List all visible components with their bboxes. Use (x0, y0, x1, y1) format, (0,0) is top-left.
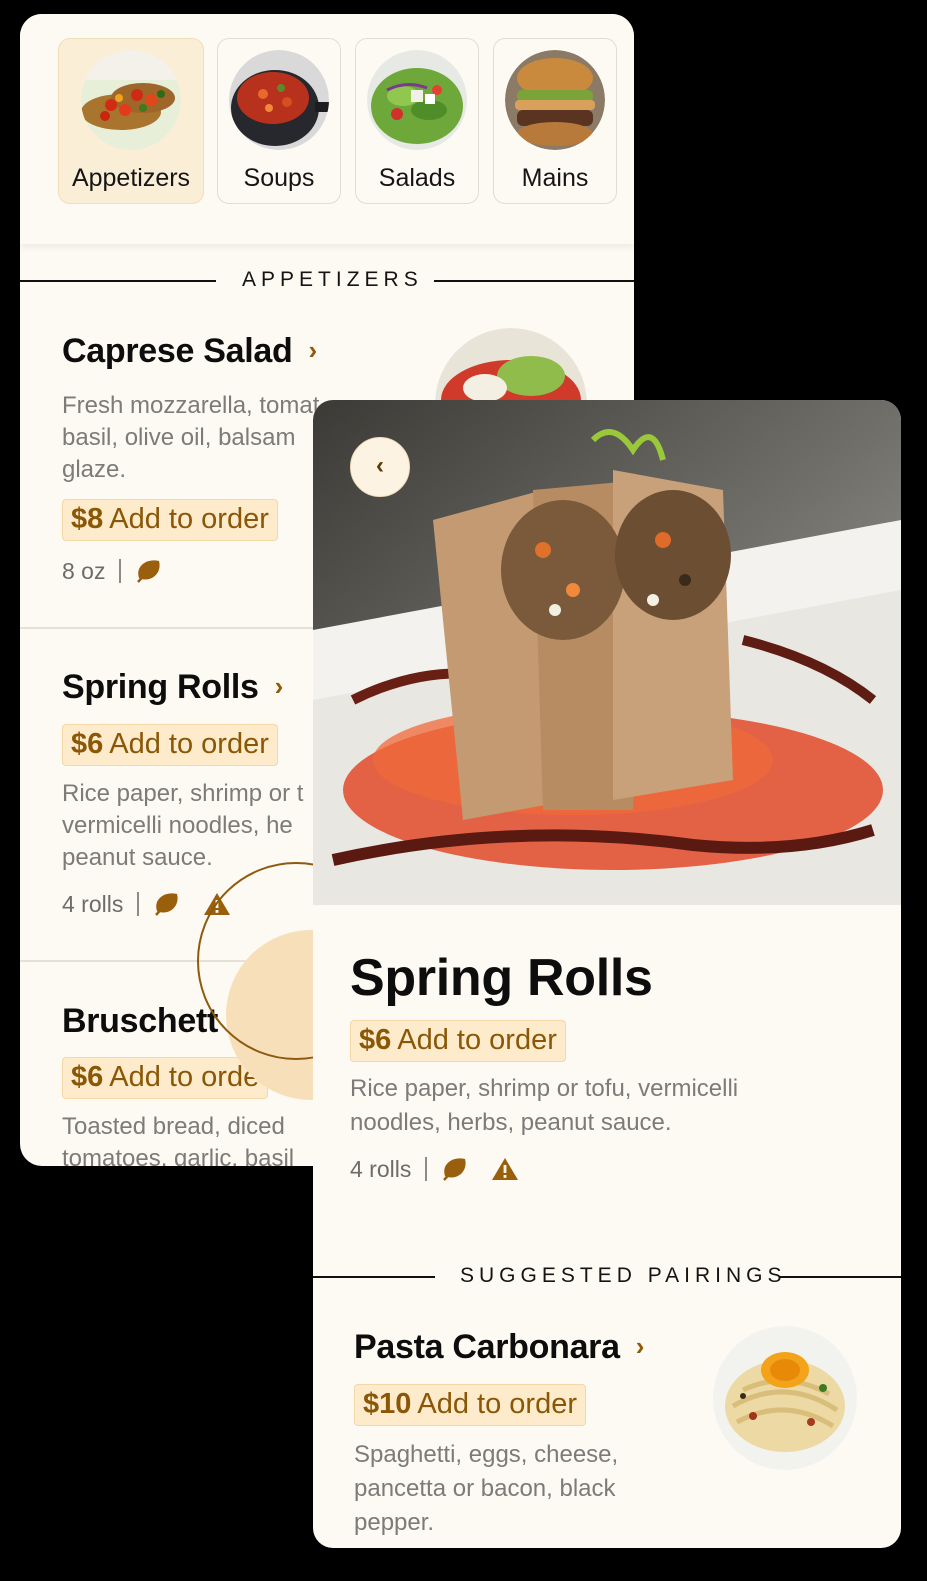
description-line: Rice paper, shrimp or tofu, vermicelli (350, 1075, 739, 1102)
item-detail-screen: ‹ Spring Rolls $6 Add to order Rice paper… (313, 400, 901, 1548)
category-label: Soups (243, 164, 315, 192)
portion-size: 4 rolls (62, 891, 124, 917)
item-description: Fresh mozzarella, tomat basil, olive oil… (62, 390, 319, 486)
add-label: Add to order (417, 1388, 577, 1420)
add-to-order-button[interactable]: $6 Add to orde (62, 1057, 269, 1099)
add-label: Add to order (109, 503, 269, 535)
category-tab-appetizers[interactable]: Appetizers (58, 38, 204, 204)
pasta-carbonara-photo-icon (713, 1326, 857, 1470)
price: $6 (71, 1061, 104, 1093)
price: $6 (359, 1024, 392, 1056)
category-label: Mains (521, 164, 589, 192)
price: $8 (71, 503, 104, 535)
item-title-text: Spring Rolls (62, 668, 259, 706)
item-description: Rice paper, shrimp or t vermicelli noodl… (62, 778, 303, 874)
description-line: tomatoes, garlic, basil (62, 1145, 295, 1166)
price: $10 (363, 1388, 412, 1420)
detail-title: Spring Rolls (350, 949, 653, 1007)
item-title-text: Bruschett (62, 1002, 218, 1040)
category-label: Appetizers (71, 164, 191, 192)
section-title: APPETIZERS (242, 268, 423, 291)
add-to-order-button[interactable]: $10 Add to order (354, 1384, 586, 1426)
chevron-left-icon: ‹ (376, 452, 384, 479)
category-tab-soups[interactable]: Soups (217, 38, 341, 204)
description-line: Toasted bread, diced (62, 1113, 285, 1140)
vegetarian-leaf-icon (153, 891, 181, 923)
section-header-suggested-pairings: SUGGESTED PAIRINGS (313, 1264, 901, 1288)
description-line: noodles, herbs, peanut sauce. (350, 1109, 672, 1136)
item-title-text: Caprese Salad (62, 332, 293, 370)
chevron-right-icon: › (308, 335, 317, 365)
detail-meta: 4 rolls (350, 1156, 519, 1184)
back-button[interactable]: ‹ (350, 437, 410, 497)
pairing-title-pasta-carbonara[interactable]: Pasta Carbonara › (354, 1328, 644, 1367)
description-line: glaze. (62, 456, 127, 483)
portion-size: 4 rolls (350, 1156, 412, 1182)
description-line: basil, olive oil, balsam (62, 424, 296, 451)
item-meta: 4 rolls (62, 891, 231, 919)
salad-photo-icon (367, 50, 467, 150)
description-line: pepper. (354, 1509, 435, 1536)
category-tab-salads[interactable]: Salads (355, 38, 479, 204)
add-label: Add to order (109, 728, 269, 760)
category-bar: Appetizers Soups Salads Mains (20, 14, 634, 244)
section-title: SUGGESTED PAIRINGS (460, 1264, 787, 1287)
description-line: vermicelli noodles, he (62, 812, 293, 839)
soup-pot-photo-icon (229, 50, 329, 150)
category-tab-mains[interactable]: Mains (493, 38, 617, 204)
category-label: Salads (378, 164, 456, 192)
chevron-right-icon: › (274, 671, 284, 701)
price: $6 (71, 728, 104, 760)
add-to-order-button[interactable]: $6 Add to order (350, 1020, 566, 1062)
portion-size: 8 oz (62, 558, 106, 584)
vegetarian-leaf-icon (441, 1156, 469, 1188)
burger-photo-icon (505, 50, 605, 150)
vegetarian-leaf-icon (135, 558, 163, 590)
description-line: pancetta or bacon, black (354, 1475, 616, 1502)
item-description: Toasted bread, diced tomatoes, garlic, b… (62, 1111, 294, 1166)
add-label: Add to orde (109, 1061, 260, 1093)
detail-description: Rice paper, shrimp or tofu, vermicelli n… (350, 1072, 738, 1140)
item-title-caprese-salad[interactable]: Caprese Salad › (62, 332, 317, 371)
item-title-bruschetta[interactable]: Bruschett (62, 1002, 218, 1041)
item-title-spring-rolls[interactable]: Spring Rolls › (62, 668, 283, 707)
description-line: Rice paper, shrimp or t (62, 780, 304, 807)
item-meta: 8 oz (62, 558, 163, 586)
add-to-order-button[interactable]: $8 Add to order (62, 499, 278, 541)
section-header-appetizers: APPETIZERS (20, 268, 634, 292)
description-line: Fresh mozzarella, tomat (62, 392, 320, 419)
allergen-warning-icon (491, 1156, 519, 1188)
spring-rolls-hero-photo-icon: ‹ (313, 400, 901, 905)
chevron-right-icon: › (635, 1331, 645, 1361)
pairing-description: Spaghetti, eggs, cheese, pancetta or bac… (354, 1438, 618, 1540)
add-label: Add to order (397, 1024, 557, 1056)
item-title-text: Pasta Carbonara (354, 1328, 620, 1366)
add-to-order-button[interactable]: $6 Add to order (62, 724, 278, 766)
bruschetta-photo-icon (81, 50, 181, 150)
description-line: Spaghetti, eggs, cheese, (354, 1441, 619, 1468)
